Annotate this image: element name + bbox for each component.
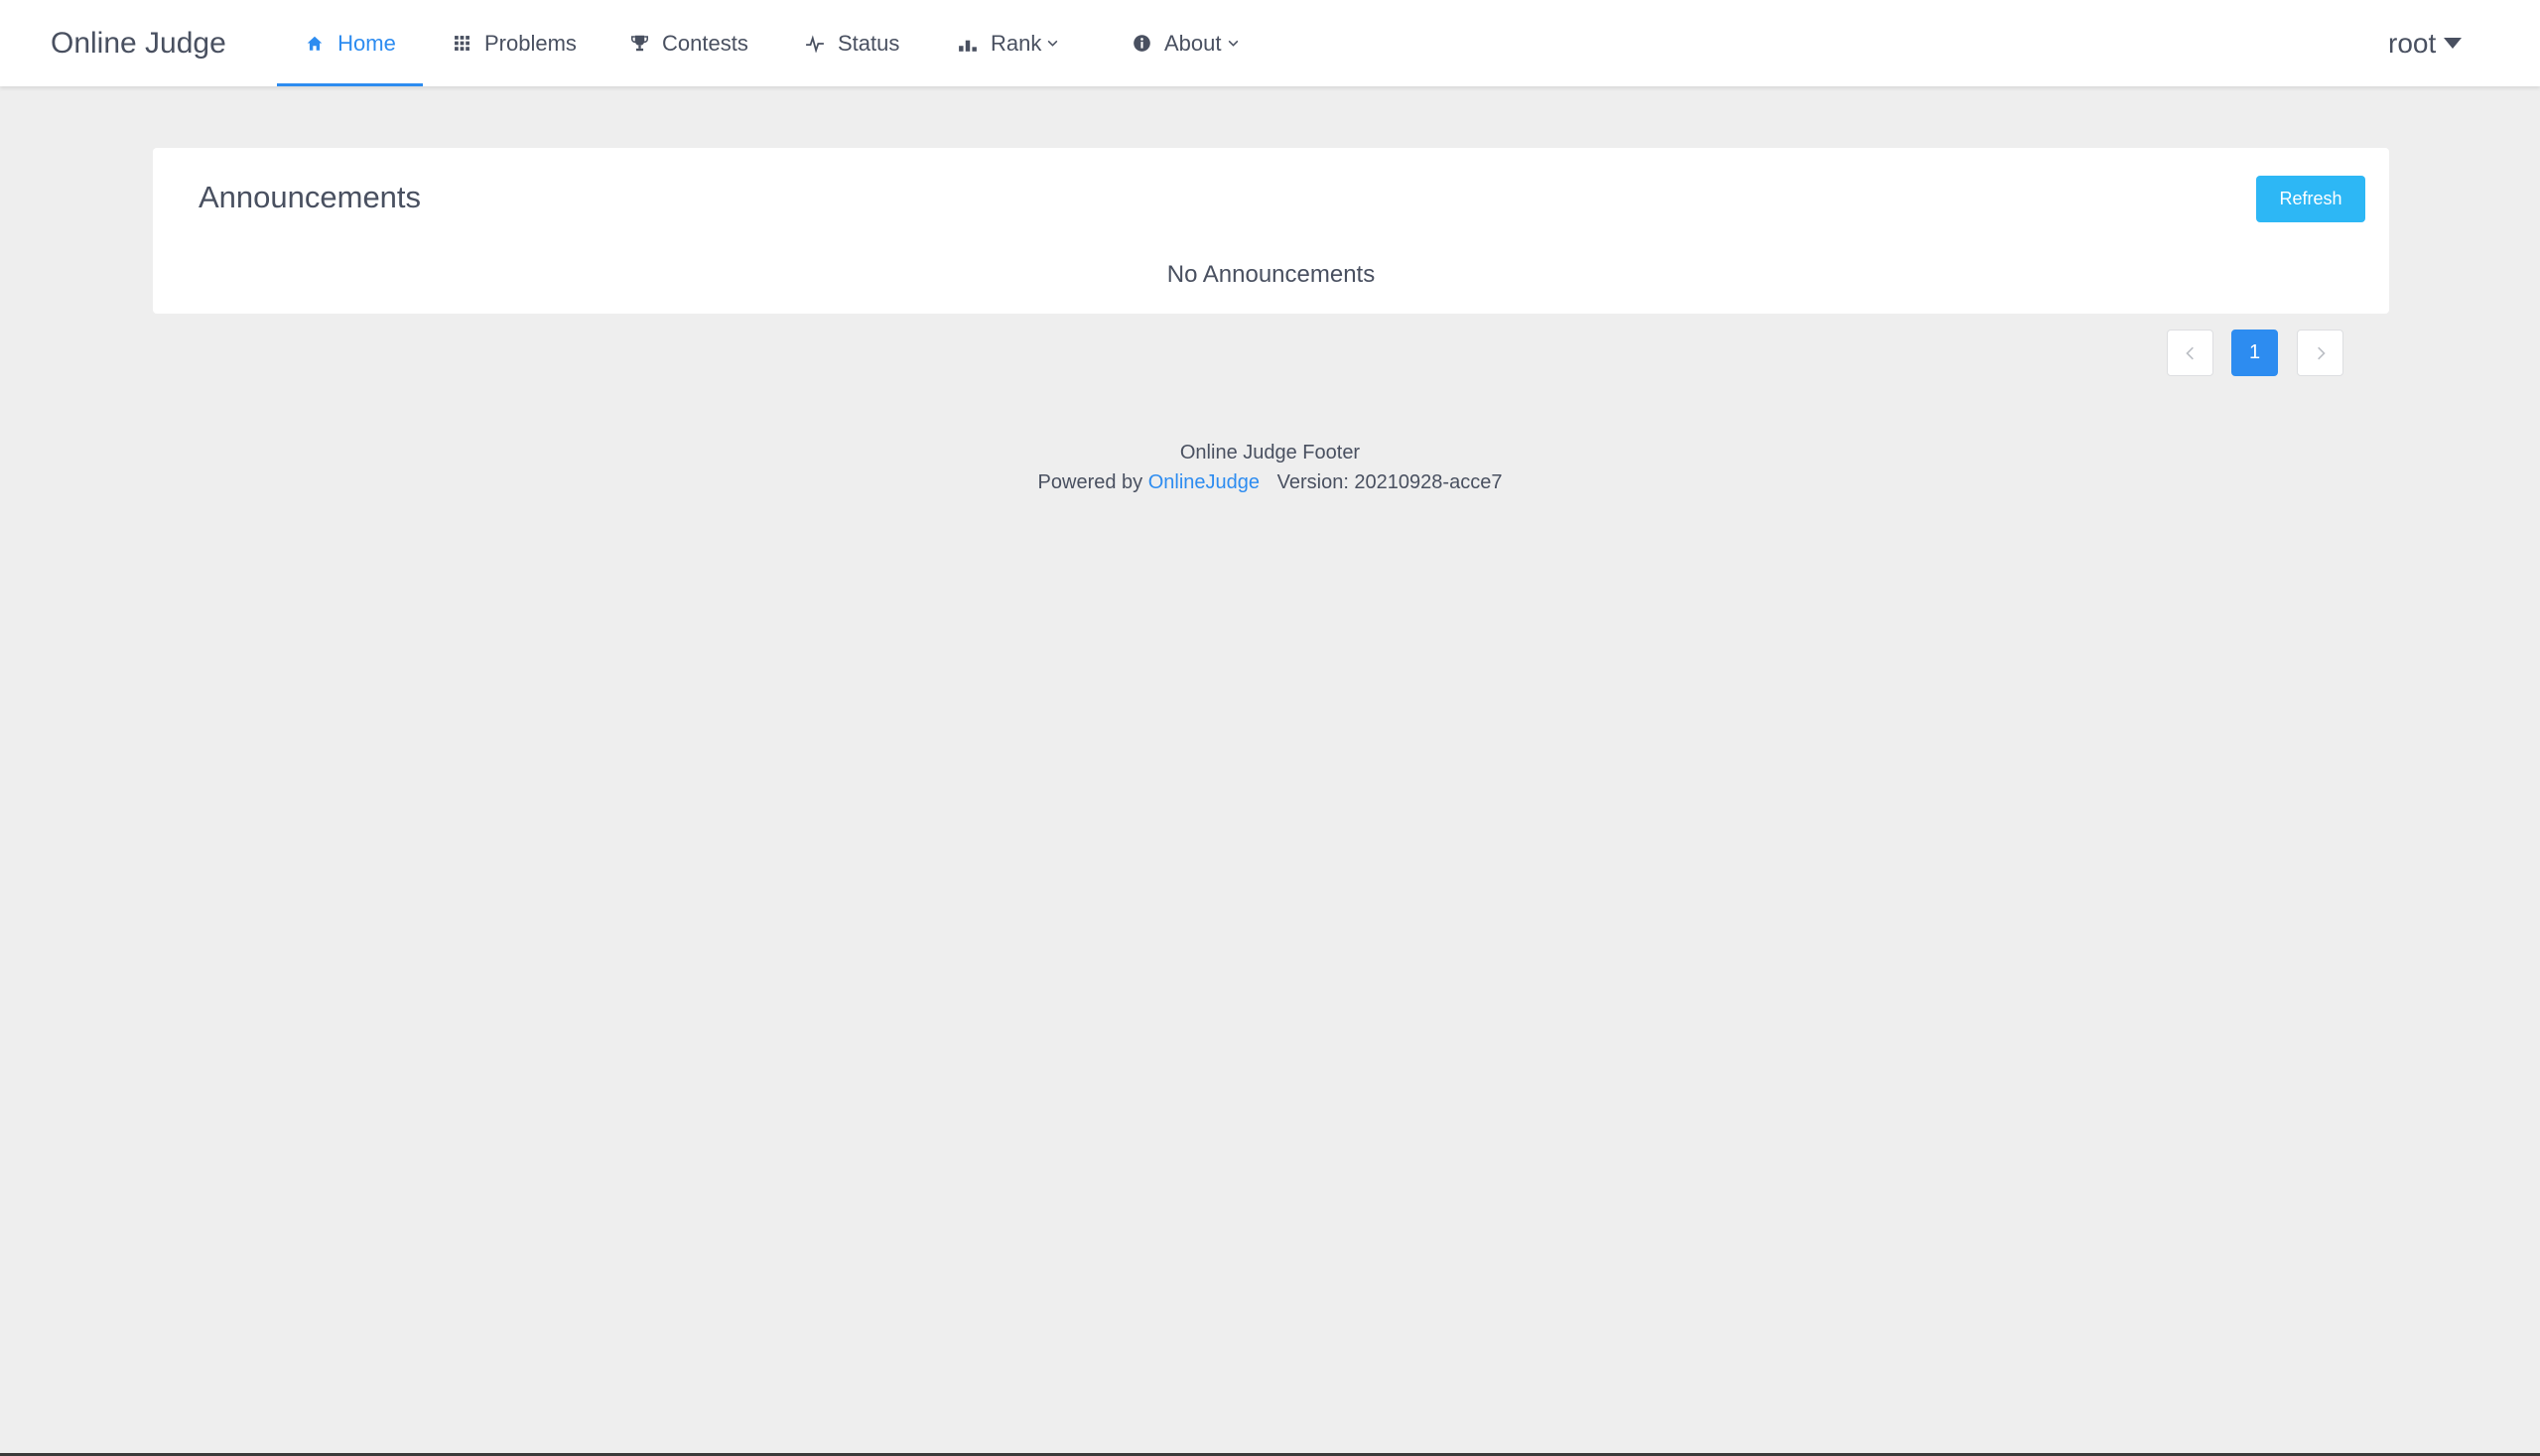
top-navbar: Online Judge Home Problems Contests Stat… bbox=[0, 0, 2540, 86]
powered-by-label: Powered by bbox=[1037, 471, 1143, 493]
pagination-next-button[interactable] bbox=[2297, 330, 2343, 376]
site-logo[interactable]: Online Judge bbox=[51, 0, 226, 86]
nav-contests[interactable]: Contests bbox=[628, 0, 748, 86]
nav-rank-label: Rank bbox=[991, 30, 1042, 56]
info-icon bbox=[1131, 33, 1152, 55]
footer-title: Online Judge Footer bbox=[1179, 442, 1361, 463]
nav-about[interactable]: About bbox=[1131, 0, 1241, 86]
pagination-prev-button[interactable] bbox=[2167, 330, 2213, 376]
pulse-icon bbox=[804, 33, 826, 55]
pagination-page-button[interactable]: 1 bbox=[2231, 330, 2278, 376]
caret-down-icon bbox=[2444, 38, 2463, 49]
username: root bbox=[2388, 27, 2437, 59]
nav-about-label: About bbox=[1164, 30, 1222, 56]
chevron-down-icon bbox=[1227, 37, 1241, 51]
bar-chart-icon bbox=[957, 33, 979, 55]
onlinejudge-link[interactable]: OnlineJudge bbox=[1148, 471, 1260, 493]
user-menu[interactable]: root bbox=[2388, 0, 2463, 86]
nav-home[interactable]: Home bbox=[277, 0, 423, 86]
home-icon bbox=[304, 33, 326, 55]
nav-problems-label: Problems bbox=[484, 30, 577, 56]
refresh-button[interactable]: Refresh bbox=[2256, 176, 2365, 222]
nav-contests-label: Contests bbox=[662, 30, 748, 56]
nav-status-label: Status bbox=[838, 30, 900, 56]
chevron-right-icon bbox=[2317, 346, 2326, 359]
chevron-down-icon bbox=[1046, 37, 1060, 51]
nav-status[interactable]: Status bbox=[804, 0, 899, 86]
announcements-card: Announcements Refresh No Announcements bbox=[153, 148, 2389, 314]
nav-problems[interactable]: Problems bbox=[451, 0, 577, 86]
trophy-icon bbox=[628, 33, 650, 55]
version-text: Version: 20210928-acce7 bbox=[1276, 471, 1503, 493]
nav-home-label: Home bbox=[337, 30, 396, 56]
chevron-left-icon bbox=[2185, 346, 2194, 359]
nav-rank[interactable]: Rank bbox=[957, 0, 1060, 86]
footer: Online Judge Footer Powered by OnlineJud… bbox=[0, 438, 2540, 497]
footer-powered: Powered by OnlineJudge Version: 20210928… bbox=[0, 467, 2540, 497]
empty-announcements-text: No Announcements bbox=[1166, 261, 1376, 288]
announcements-title: Announcements bbox=[199, 180, 422, 214]
grid-icon bbox=[451, 33, 472, 55]
